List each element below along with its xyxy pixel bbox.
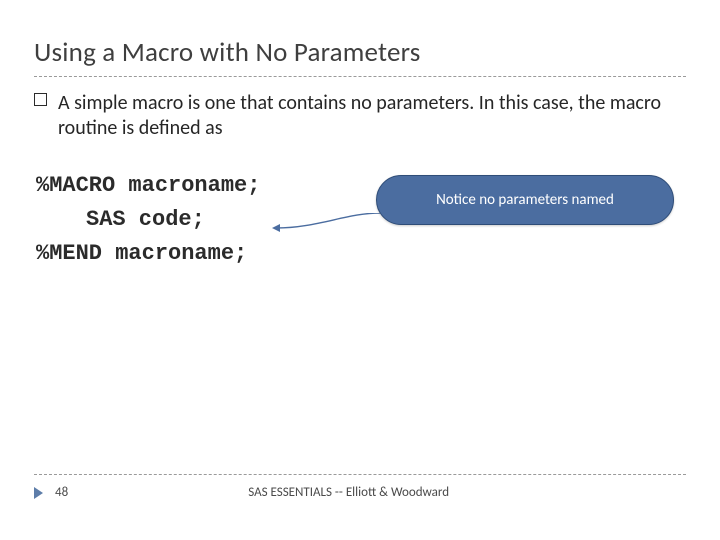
callout-text: Notice no parameters named xyxy=(436,191,614,209)
body-text: A simple macro is one that contains no p… xyxy=(58,91,661,140)
square-bullet-icon xyxy=(34,93,47,106)
callout-bubble: Notice no parameters named xyxy=(376,175,674,225)
footer-text: SAS ESSENTIALS -- Elliott & Woodward xyxy=(248,485,449,500)
slide-title: Using a Macro with No Parameters xyxy=(34,36,686,77)
footer: 48 SAS ESSENTIALS -- Elliott & Woodward xyxy=(34,474,686,500)
page-number: 48 xyxy=(55,485,68,500)
code-line-3: %MEND macroname; xyxy=(36,237,686,271)
triangle-marker-icon xyxy=(34,487,43,499)
body-paragraph: A simple macro is one that contains no p… xyxy=(34,91,686,141)
slide: Using a Macro with No Parameters A simpl… xyxy=(0,0,720,540)
connector-line-icon xyxy=(272,213,380,233)
